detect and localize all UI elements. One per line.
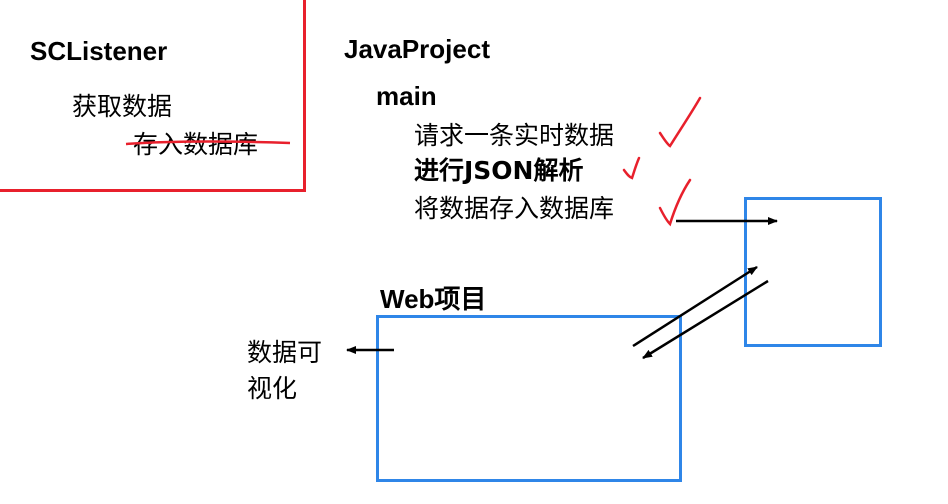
arrow-web-to-db xyxy=(632,265,758,348)
check-mark-store xyxy=(658,178,692,227)
check-mark-request xyxy=(658,96,702,148)
arrow-db-to-web xyxy=(642,279,769,360)
strikethrough-line xyxy=(125,140,291,146)
check-mark-json xyxy=(622,156,641,180)
diagram-canvas: SCListener 获取数据 存入数据库 JavaProject main 请… xyxy=(0,0,948,504)
connectors-overlay xyxy=(125,96,778,360)
